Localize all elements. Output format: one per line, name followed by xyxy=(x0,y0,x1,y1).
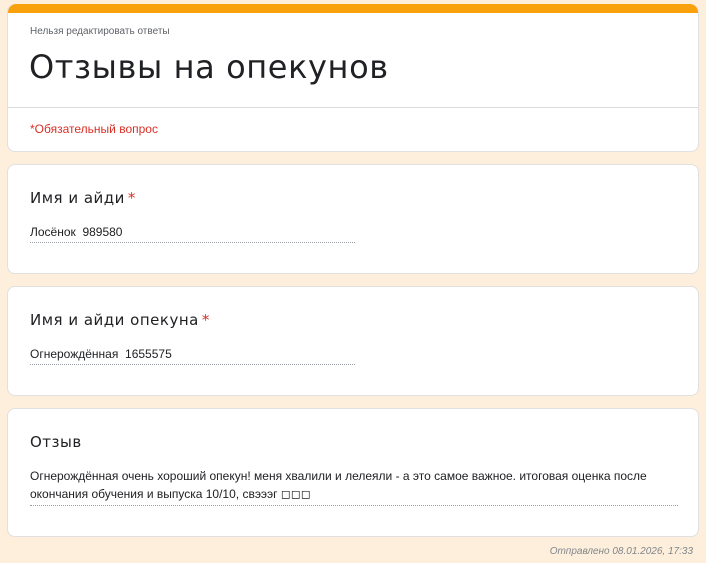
question-title: Имя и айди опекуна * xyxy=(30,311,210,329)
form-header-card: Нельзя редактировать ответы Отзывы на оп… xyxy=(7,4,699,152)
question-title: Отзыв xyxy=(30,433,82,451)
required-asterisk: * xyxy=(201,311,210,329)
edit-locked-notice: Нельзя редактировать ответы xyxy=(30,26,170,37)
question-title-text: Отзыв xyxy=(30,433,82,451)
required-question-note: *Обязательный вопрос xyxy=(30,122,158,136)
form-title: Отзывы на опекунов xyxy=(29,48,389,86)
question-card-guardian-name-id: Имя и айди опекуна * Огнерождённая 165557… xyxy=(7,286,699,396)
answer-field-review[interactable]: Огнерождённая очень хороший опекун! меня… xyxy=(30,467,678,506)
answer-field-guardian-name-id[interactable]: Огнерождённая 1655575 xyxy=(30,347,355,365)
answer-field-name-id[interactable]: Лосёнок 989580 xyxy=(30,225,355,243)
question-title: Имя и айди * xyxy=(30,189,136,207)
question-title-text: Имя и айди опекуна xyxy=(30,311,199,329)
submitted-timestamp: Отправлено 08.01.2026, 17:33 xyxy=(549,546,693,557)
header-accent-bar xyxy=(8,4,698,13)
required-asterisk: * xyxy=(127,189,136,207)
question-card-name-id: Имя и айди * Лосёнок 989580 xyxy=(7,164,699,274)
question-title-text: Имя и айди xyxy=(30,189,125,207)
form-page: Нельзя редактировать ответы Отзывы на оп… xyxy=(7,4,699,537)
question-card-review: Отзыв Огнерождённая очень хороший опекун… xyxy=(7,408,699,537)
header-divider xyxy=(8,107,698,108)
